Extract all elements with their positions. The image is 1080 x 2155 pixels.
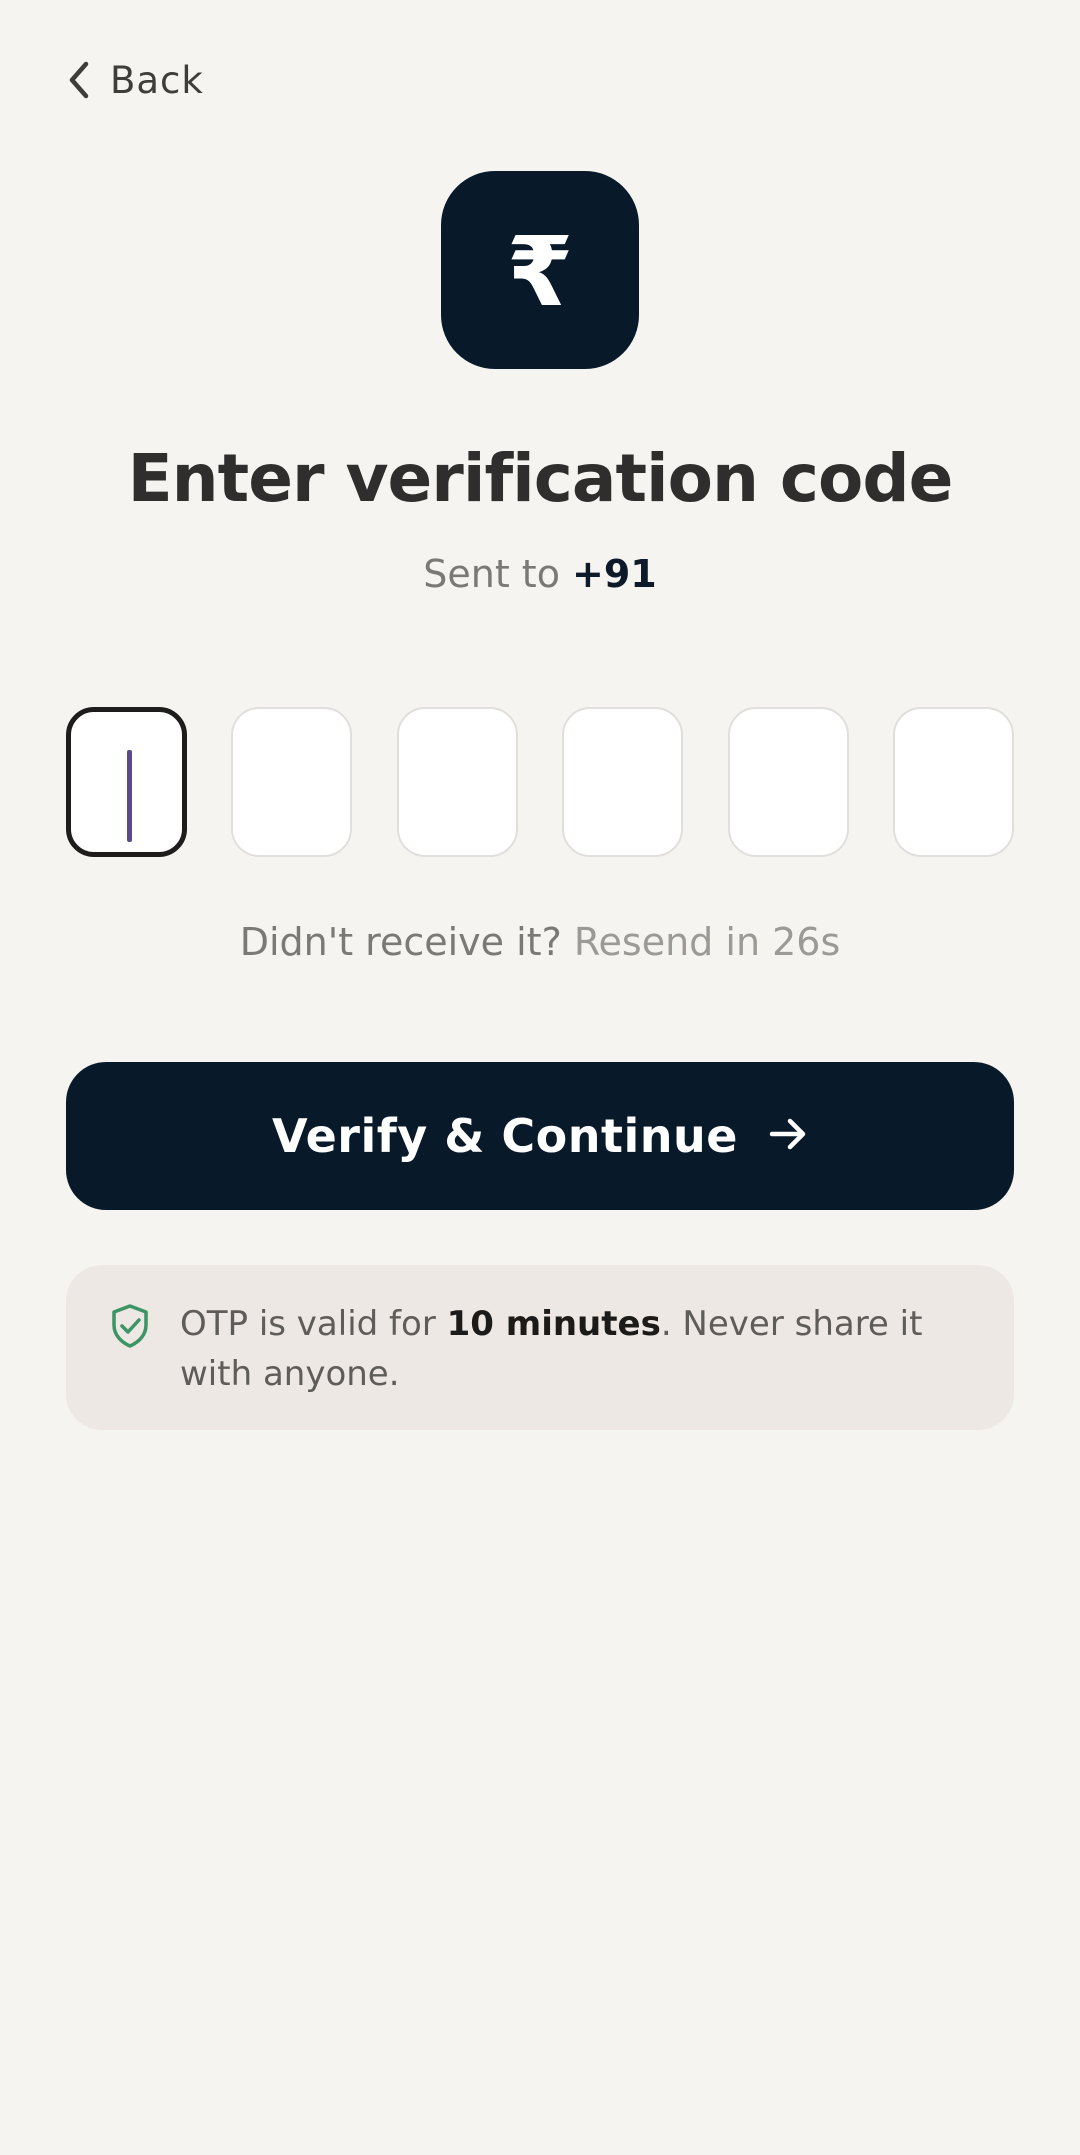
otp-digit-4[interactable] — [562, 707, 684, 857]
notice-text-before: OTP is valid for — [180, 1304, 447, 1344]
otp-digit-3[interactable] — [396, 707, 518, 857]
otp-digit-6[interactable] — [892, 707, 1014, 857]
verify-button-label: Verify & Continue — [272, 1109, 738, 1163]
resend-countdown[interactable]: Resend in 26s — [574, 920, 840, 964]
back-label: Back — [110, 58, 204, 102]
chevron-left-icon — [66, 60, 92, 100]
shield-check-icon — [110, 1299, 150, 1353]
sent-to-text: Sent to +91 — [0, 552, 1080, 596]
page-title: Enter verification code — [127, 440, 954, 517]
resend-prompt: Didn't receive it? — [239, 920, 574, 964]
otp-digit-2[interactable] — [231, 707, 353, 857]
otp-digit-1[interactable] — [66, 707, 187, 857]
resend-line: Didn't receive it? Resend in 26s — [0, 920, 1080, 964]
rupee-icon: ₹ — [506, 216, 574, 328]
otp-digit-5[interactable] — [727, 707, 849, 857]
arrow-right-icon — [768, 1116, 808, 1156]
back-button[interactable]: Back — [66, 50, 204, 110]
otp-validity-notice: OTP is valid for 10 minutes. Never share… — [66, 1265, 1014, 1430]
app-logo: ₹ — [441, 171, 639, 369]
verify-continue-button[interactable]: Verify & Continue — [66, 1062, 1014, 1210]
notice-text: OTP is valid for 10 minutes. Never share… — [180, 1299, 974, 1399]
sent-to-prefix: Sent to — [423, 552, 573, 596]
otp-input-group — [66, 707, 1014, 861]
notice-duration: 10 minutes — [446, 1304, 661, 1344]
phone-number: +91 — [572, 552, 657, 596]
text-caret — [127, 750, 132, 842]
